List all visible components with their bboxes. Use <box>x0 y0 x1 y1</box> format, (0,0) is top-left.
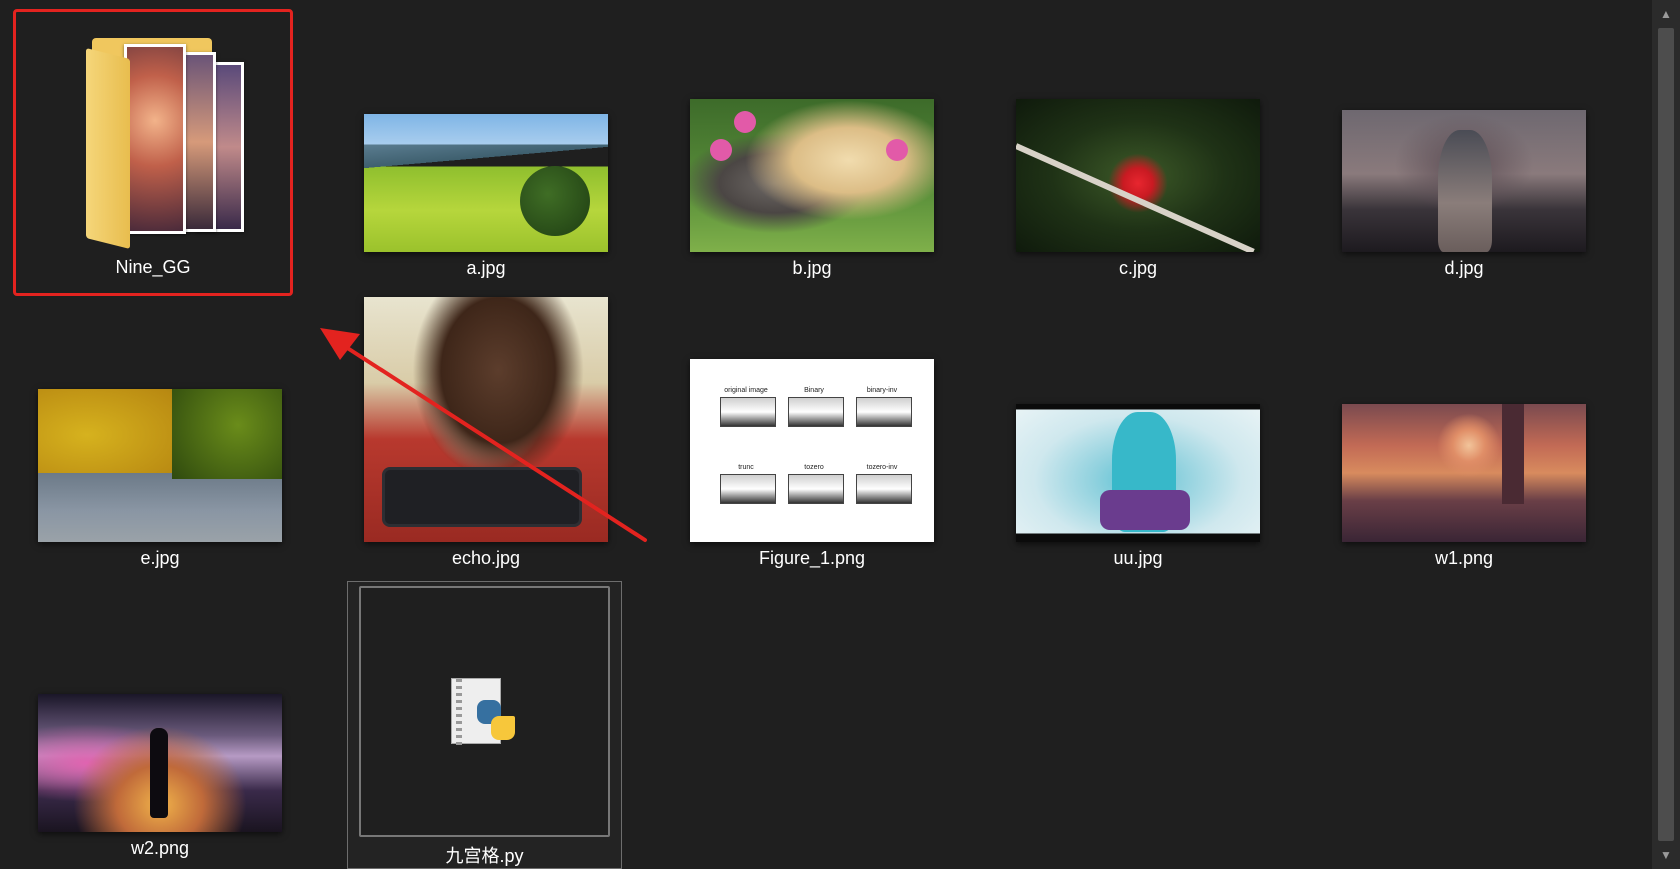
file-name: a.jpg <box>466 258 506 278</box>
panel-label: Binary <box>804 387 824 394</box>
thumbnail <box>1016 404 1260 542</box>
thumbnail <box>364 297 608 542</box>
thumbnail <box>1342 110 1586 252</box>
file-name: w1.png <box>1434 548 1494 568</box>
chevron-up-icon[interactable]: ▲ <box>1652 0 1680 28</box>
thumbnail <box>359 586 610 837</box>
file-grid: Nine_GG a.jpg b.jpg c.jpg d.jpg e.jpg ec… <box>0 0 1652 869</box>
file-name: d.jpg <box>1444 258 1484 278</box>
thumbnail <box>38 694 282 832</box>
file-name: b.jpg <box>792 258 832 278</box>
folder-icon <box>86 32 246 249</box>
thumbnail <box>364 114 608 252</box>
panel-label: binary-inv <box>866 387 898 394</box>
file-name: uu.jpg <box>1113 548 1163 568</box>
vertical-scrollbar[interactable]: ▲ ▼ <box>1652 0 1680 869</box>
thumbnail <box>1016 99 1260 252</box>
file-name: e.jpg <box>140 548 180 568</box>
file-name: Figure_1.png <box>758 548 866 568</box>
panel-label: original image <box>724 387 768 394</box>
chevron-down-icon[interactable]: ▼ <box>1652 841 1680 869</box>
file-name: Nine_GG <box>115 257 191 277</box>
panel-label: trunc <box>738 464 754 471</box>
file-name: 九宫格.py <box>445 846 524 866</box>
file-name: echo.jpg <box>451 548 521 568</box>
scrollbar-thumb[interactable] <box>1658 28 1674 841</box>
panel-label: tozero <box>804 464 824 471</box>
panel-label: tozero-inv <box>866 464 898 471</box>
thumbnail <box>690 99 934 252</box>
thumbnail <box>1342 404 1586 542</box>
file-name: c.jpg <box>1118 258 1158 278</box>
thumbnail: original image Binary binary-inv trunc t… <box>690 359 934 542</box>
python-file-icon <box>450 677 519 746</box>
folder-nine-gg[interactable]: Nine_GG <box>13 9 293 296</box>
file-name: w2.png <box>130 838 190 858</box>
thumbnail <box>38 389 282 542</box>
file-py-selected[interactable]: 九宫格.py <box>347 581 622 869</box>
